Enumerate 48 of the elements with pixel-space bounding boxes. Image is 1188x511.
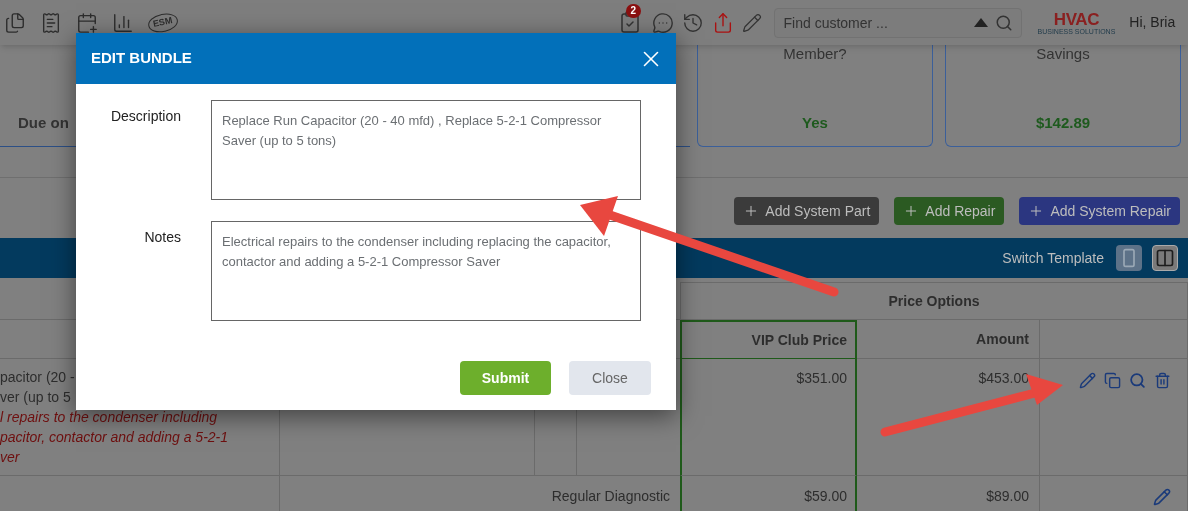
bundle-description: ver (up to 5: [0, 388, 71, 407]
edit-icon[interactable]: [1153, 488, 1171, 506]
bar-chart-icon[interactable]: [112, 11, 134, 34]
pencil-icon[interactable]: [741, 12, 762, 33]
card-title: Savings: [1036, 45, 1090, 63]
delete-icon[interactable]: [1154, 372, 1171, 389]
documents-icon[interactable]: [4, 11, 26, 34]
text-area[interactable]: Electrical repairs to the condenser including replacing the capacitor, contactor and adding a 5-2-1 Compressor Saver: [211, 221, 641, 321]
table-cell-text: $351.00: [796, 369, 847, 388]
column-group-header: Price Options: [680, 282, 1188, 320]
bundle-notes: pacitor, contactor and adding a 5-2-1: [0, 428, 229, 447]
table-cell-text: $453.00: [978, 369, 1029, 388]
bundle-notes: ver: [0, 448, 20, 467]
notification-badge: 2: [625, 3, 642, 18]
table-cell-text: Regular Diagnostic: [551, 487, 670, 506]
search-icon[interactable]: [1129, 372, 1146, 389]
card-title: Member?: [783, 45, 847, 63]
single-view-toggle[interactable]: [1116, 245, 1142, 271]
close-button[interactable]: Close: [569, 361, 651, 395]
split-view-toggle[interactable]: [1152, 245, 1178, 271]
add-button[interactable]: Add System Repair: [1019, 197, 1180, 225]
chat-icon[interactable]: [651, 11, 674, 34]
column-header: Amount: [857, 320, 1040, 359]
history-icon[interactable]: [681, 11, 704, 34]
text-area[interactable]: Replace Run Capacitor (20 - 40 mfd) , Replace 5-2-1 Compressor Saver (up to 5 tons): [211, 100, 641, 200]
bundle-description: pacitor (20 -: [0, 368, 75, 387]
column-header: VIP Club Price: [680, 320, 857, 359]
copy-icon[interactable]: [1104, 372, 1121, 389]
card-value: Yes: [802, 112, 828, 133]
edit-icon[interactable]: [1079, 372, 1096, 389]
table-cell-text: $59.00: [804, 487, 847, 506]
field-label: Description: [110, 107, 181, 126]
table-cell-text: $89.00: [986, 487, 1029, 506]
two-panel-icon: [1155, 248, 1175, 268]
caret-up-icon[interactable]: [973, 17, 988, 27]
add-button[interactable]: Add Repair: [894, 197, 1005, 225]
search-field[interactable]: Find customer ...: [773, 7, 1022, 38]
card-value: $142.89: [1035, 112, 1091, 133]
dialog-title: EDIT BUNDLE: [91, 48, 192, 69]
receipt-icon[interactable]: [40, 11, 62, 34]
switch-template-label: Switch Template: [1002, 248, 1104, 268]
bundle-notes: l repairs to the condenser including: [0, 408, 218, 427]
field-label: Notes: [144, 228, 181, 247]
user-greeting: Hi, Bria: [1129, 13, 1176, 32]
add-button[interactable]: Add System Part: [734, 197, 880, 225]
due-label: Due on: [18, 112, 69, 133]
search-icon[interactable]: [994, 13, 1013, 32]
calendar-plus-icon[interactable]: [76, 11, 98, 34]
